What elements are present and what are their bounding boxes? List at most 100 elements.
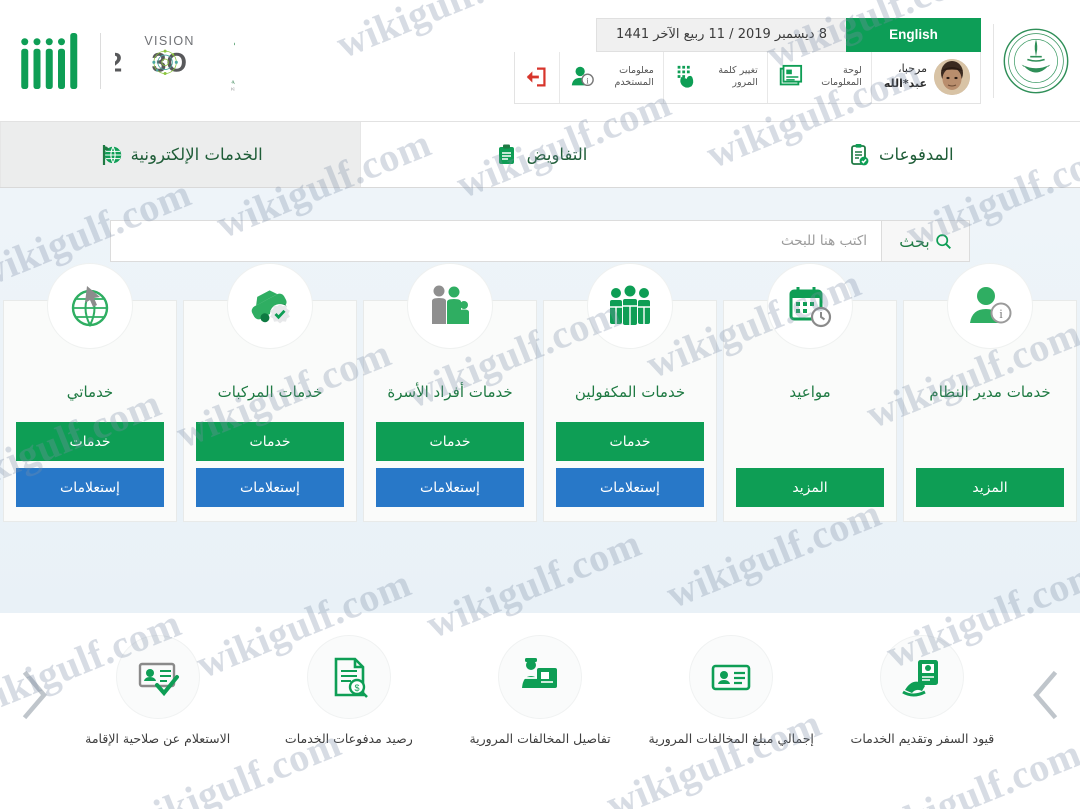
tab-electronic-services[interactable]: الخدمات الإلكترونية <box>0 122 361 187</box>
card-title: خدمات مدير النظام <box>929 383 1051 402</box>
tab-label: المدفوعات <box>879 145 954 164</box>
card-title: خدماتي <box>66 383 114 402</box>
quick-link-item[interactable]: $ رصيد مدفوعات الخدمات <box>261 635 437 748</box>
header-action-change-password[interactable]: تغيير كلمة المرور <box>662 51 767 103</box>
card-buttons: المزيد <box>916 468 1064 507</box>
greeting-line-2: عبد*الله <box>883 77 927 90</box>
dashboard-icon <box>779 64 802 86</box>
search-input[interactable] <box>110 220 882 262</box>
id-check-icon <box>138 662 179 697</box>
quick-link-label: تفاصيل المخالفات المرورية <box>469 731 611 746</box>
card-title: خدمات المركبات <box>217 383 323 402</box>
header-logos: VISION رؤيــة 2 3O المملكة العربية السعو… <box>0 24 235 98</box>
card-title: مواعيد <box>789 383 831 402</box>
document-money-icon: $ <box>334 657 368 698</box>
carousel-prev-button[interactable] <box>1018 635 1072 755</box>
group-people-icon <box>610 285 650 325</box>
quick-link-circle <box>689 635 774 719</box>
header-action-dashboard[interactable]: لوحة المعلومات <box>766 51 871 103</box>
card-icon-wrap: i <box>947 263 1033 349</box>
card-services-button[interactable]: خدمات <box>16 422 164 461</box>
quick-link-item[interactable]: قيود السفر وتقديم الخدمات <box>834 635 1010 748</box>
card-buttons: المزيد <box>736 468 884 507</box>
language-switch-button[interactable]: English <box>846 17 981 52</box>
quick-link-label: إجمالي مبلغ المخالفات المرورية <box>648 731 814 746</box>
header-action-user-info[interactable]: معلومات المستخدم i <box>558 51 663 103</box>
quick-link-item[interactable]: الاستعلام عن صلاحية الإقامة <box>70 635 246 748</box>
site-header: • English 8 ديسمبر 2019 / 11 ربيع الآخر … <box>0 0 1080 122</box>
user-greeting[interactable]: مرحبا، عبد*الله <box>870 51 980 103</box>
quick-link-circle: $ <box>306 635 391 719</box>
card-title: خدمات أفراد الأسرة <box>387 383 513 402</box>
chevron-left-icon <box>22 670 47 720</box>
quick-link-item[interactable]: تفاصيل المخالفات المرورية <box>452 635 628 748</box>
card-icon-wrap <box>767 263 853 349</box>
card-services-button[interactable]: خدمات <box>376 422 524 461</box>
svg-text:$: $ <box>354 683 359 693</box>
chevron-right-icon <box>1033 670 1058 720</box>
svg-text:i: i <box>999 306 1003 321</box>
svg-text:•: • <box>1035 47 1037 51</box>
quick-link-item[interactable]: إجمالي مبلغ المخالفات المرورية <box>643 635 819 748</box>
card-icon-wrap <box>587 263 673 349</box>
search-button[interactable]: بحث <box>882 220 970 262</box>
quick-links-list: قيود السفر وتقديم الخدمات إجمالي مبلغ ال… <box>62 635 1018 748</box>
header-action-label: تغيير كلمة المرور <box>718 65 758 88</box>
header-divider <box>993 23 994 98</box>
card-services-button[interactable]: خدمات <box>556 422 704 461</box>
card-icon-wrap <box>407 263 493 349</box>
quick-link-label: الاستعلام عن صلاحية الإقامة <box>85 731 231 746</box>
service-card-my-services[interactable]: خدماتي خدمات إستعلامات <box>3 263 177 522</box>
svg-text:رؤيــة: رؤيــة <box>233 34 235 49</box>
quick-links-carousel: قيود السفر وتقديم الخدمات إجمالي مبلغ ال… <box>0 613 1080 809</box>
service-card-vehicles[interactable]: خدمات المركبات خدمات إستعلامات <box>183 263 357 522</box>
tab-delegations[interactable]: التفاويض <box>360 122 721 187</box>
header-top-row: English 8 ديسمبر 2019 / 11 ربيع الآخر 14… <box>514 17 981 52</box>
card-inquiries-button[interactable]: إستعلامات <box>16 468 164 507</box>
svg-text:KINGDOM OF SAUDI ARABIA: KINGDOM OF SAUDI ARABIA <box>231 86 235 92</box>
carousel-next-button[interactable] <box>8 635 62 755</box>
service-card-sponsored[interactable]: خدمات المكفولين خدمات إستعلامات <box>543 263 717 522</box>
car-check-icon <box>251 290 290 324</box>
card-buttons: خدمات إستعلامات <box>376 422 524 507</box>
avatar <box>934 59 970 95</box>
logout-icon <box>526 67 546 87</box>
service-card-appointments[interactable]: مواعيد المزيد <box>723 263 897 522</box>
tab-label: التفاويض <box>526 145 588 164</box>
id-card-icon <box>711 664 751 691</box>
main-content: بحث i خدمات مدير النظام المزيد <box>0 188 1080 613</box>
service-card-admin[interactable]: i خدمات مدير النظام المزيد <box>903 263 1077 522</box>
quick-link-circle <box>498 635 583 719</box>
search-button-label: بحث <box>899 231 930 251</box>
card-inquiries-button[interactable]: إستعلامات <box>376 468 524 507</box>
quick-link-circle <box>880 635 965 719</box>
traffic-violation-icon <box>522 658 558 688</box>
main-navigation-tabs: المدفوعات التفاويض الخدمات الإلكترونية <box>0 122 1080 188</box>
card-more-button[interactable]: المزيد <box>736 468 884 507</box>
quick-link-label: قيود السفر وتقديم الخدمات <box>850 731 995 746</box>
header-action-label: معلومات المستخدم <box>614 65 654 88</box>
card-icon-wrap <box>47 263 133 349</box>
current-date: 8 ديسمبر 2019 / 11 ربيع الآخر 1441 <box>596 17 846 52</box>
card-title: خدمات المكفولين <box>574 383 686 402</box>
header-action-label: لوحة المعلومات <box>821 65 862 88</box>
moi-emblem-icon: • <box>1003 28 1069 93</box>
svg-text:المملكة العربية السعودية: المملكة العربية السعودية <box>231 77 235 85</box>
header-action-logout[interactable] <box>515 52 559 103</box>
card-buttons: خدمات إستعلامات <box>196 422 344 507</box>
search-icon <box>936 233 951 249</box>
service-cards: i خدمات مدير النظام المزيد مواعيد المزيد… <box>0 262 1080 522</box>
tab-payments[interactable]: المدفوعات <box>720 122 1080 187</box>
quick-link-circle <box>115 635 200 719</box>
vision-2030-logo: VISION رؤيــة 2 3O المملكة العربية السعو… <box>115 34 235 93</box>
card-inquiries-button[interactable]: إستعلامات <box>196 468 344 507</box>
search-bar: بحث <box>0 188 1080 262</box>
card-inquiries-button[interactable]: إستعلامات <box>556 468 704 507</box>
card-more-button[interactable]: المزيد <box>916 468 1064 507</box>
logo-separator <box>100 32 101 89</box>
service-card-family[interactable]: خدمات أفراد الأسرة خدمات إستعلامات <box>363 263 537 522</box>
card-services-button[interactable]: خدمات <box>196 422 344 461</box>
calendar-clock-icon <box>789 287 832 328</box>
travel-restriction-icon <box>902 660 939 697</box>
quick-link-label: رصيد مدفوعات الخدمات <box>284 731 413 746</box>
